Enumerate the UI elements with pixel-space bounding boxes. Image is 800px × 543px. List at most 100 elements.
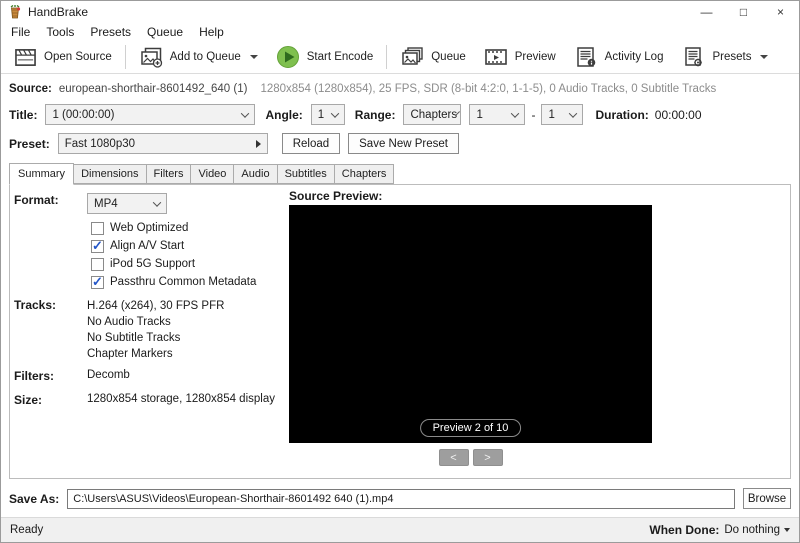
filters-label: Filters: [14,369,55,383]
when-done-control[interactable]: When Done: Do nothing [649,523,790,537]
preview-label: Preview [514,51,556,63]
tab-video[interactable]: Video [191,164,235,184]
tab-strip: Summary Dimensions Filters Video Audio S… [9,163,791,185]
tab-filters[interactable]: Filters [146,164,192,184]
tab-subtitles[interactable]: Subtitles [277,164,335,184]
ipod-5g-label: iPod 5G Support [110,258,196,270]
preview-counter-badge: Preview 2 of 10 [419,419,522,437]
when-done-value: Do nothing [724,524,780,536]
close-button[interactable]: × [762,1,799,22]
presets-button[interactable]: Presets [672,43,777,71]
preset-select[interactable]: Fast 1080p30 [57,133,268,154]
handbrake-logo-icon [8,4,22,19]
open-source-label: Open Source [44,51,112,63]
next-preview-button[interactable]: > [472,449,503,466]
align-av-start-option[interactable]: Align A/V Start [91,237,286,255]
chevron-down-icon [569,108,578,118]
summary-tab-page: Format: MP4 Web Optimized Align A/V Star… [9,184,791,479]
range-start-select[interactable]: 1 [469,104,526,125]
align-av-start-label: Align A/V Start [110,240,185,252]
preview-navigation: < > [289,449,652,466]
format-select[interactable]: MP4 [87,193,167,214]
window-title: HandBrake [28,4,89,19]
clapperboard-icon [14,47,37,68]
source-details: 1280x854 (1280x854), 25 FPS, SDR (8-bit … [260,83,717,95]
tab-chapters[interactable]: Chapters [334,164,395,184]
menu-presets[interactable]: Presets [82,23,139,41]
web-optimized-checkbox[interactable] [91,221,104,235]
menu-tools[interactable]: Tools [38,23,82,41]
queue-label: Queue [431,51,466,63]
range-type-select[interactable]: Chapters [403,104,462,125]
save-as-row: Save As: Browse [9,488,791,509]
presets-gear-icon [681,46,705,68]
tab-summary[interactable]: Summary [9,163,75,185]
range-label: Range: [354,107,396,122]
tracks-row: Tracks: H.264 (x264), 30 FPS PFR No Audi… [14,298,286,362]
previous-preview-button[interactable]: < [438,449,469,466]
save-new-preset-button[interactable]: Save New Preset [348,133,459,154]
passthru-metadata-option[interactable]: Passthru Common Metadata [91,273,286,291]
statusbar: Ready When Done: Do nothing [1,517,799,542]
reload-button[interactable]: Reload [281,133,341,154]
add-to-queue-label: Add to Queue [169,51,241,63]
chevron-down-icon [330,108,340,118]
when-done-dropdown[interactable]: Do nothing [724,524,790,536]
menu-help[interactable]: Help [191,23,232,41]
source-preview-heading: Source Preview: [289,189,383,203]
chevron-down-icon [760,55,769,59]
minimize-button[interactable]: — [688,1,725,22]
filters-value: Decomb [87,369,130,381]
activity-log-button[interactable]: Activity Log [565,43,673,71]
web-optimized-label: Web Optimized [110,222,189,234]
menu-queue[interactable]: Queue [139,23,191,41]
angle-label: Angle: [265,107,303,122]
angle-select[interactable]: 1 [310,104,345,125]
size-value: 1280x854 storage, 1280x854 display [87,393,275,405]
format-row: Format: MP4 [14,193,286,214]
save-as-label: Save As: [9,491,60,506]
web-optimized-option[interactable]: Web Optimized [91,219,286,237]
save-as-input[interactable] [67,488,735,509]
source-info-row: Source: european-shorthair-8601492_640 (… [9,83,799,95]
preview-button[interactable]: Preview [475,43,565,71]
when-done-label: When Done: [649,523,720,537]
ipod-5g-option[interactable]: iPod 5G Support [91,255,286,273]
track-line-audio: No Audio Tracks [87,316,171,328]
tracks-label: Tracks: [14,298,57,312]
source-label: Source: [9,83,52,95]
title-select-value: 1 (00:00:00) [52,108,115,121]
ipod-5g-checkbox[interactable] [91,257,104,271]
maximize-button[interactable]: □ [725,1,762,22]
range-separator: - [531,107,536,122]
menubar: File Tools Presets Queue Help [1,22,799,41]
title-select[interactable]: 1 (00:00:00) [45,104,256,125]
toolbar-separator [386,45,388,69]
tab-dimensions[interactable]: Dimensions [74,164,147,184]
summary-left-column: Format: MP4 Web Optimized Align A/V Star… [14,193,286,407]
queue-button[interactable]: Queue [391,43,475,71]
add-to-queue-button[interactable]: Add to Queue [130,43,267,71]
chevron-down-icon [249,55,258,59]
range-type-value: Chapters [410,108,458,121]
size-row: Size: 1280x854 storage, 1280x854 display [14,393,286,407]
titlebar: HandBrake — □ × [1,1,799,22]
chevron-down-icon [152,197,162,207]
preset-row: Preset: Fast 1080p30 Reload Save New Pre… [9,133,799,154]
duration-value: 00:00:00 [654,107,702,122]
browse-button[interactable]: Browse [743,488,791,509]
start-encode-button[interactable]: Start Encode [267,42,382,72]
menu-file[interactable]: File [3,23,38,41]
arrow-right-icon [255,139,261,148]
format-select-value: MP4 [94,197,118,210]
tab-audio[interactable]: Audio [234,164,278,184]
chevron-down-icon [241,108,250,118]
preset-select-value: Fast 1080p30 [64,137,136,150]
size-label: Size: [14,393,43,407]
align-av-start-checkbox[interactable] [91,238,104,254]
film-preview-icon [484,46,508,68]
toolbar: Open Source Add to Queue Start Encode Qu… [1,41,799,74]
range-end-select[interactable]: 1 [541,104,584,125]
open-source-button[interactable]: Open Source [5,44,121,71]
passthru-metadata-checkbox[interactable] [91,274,104,290]
